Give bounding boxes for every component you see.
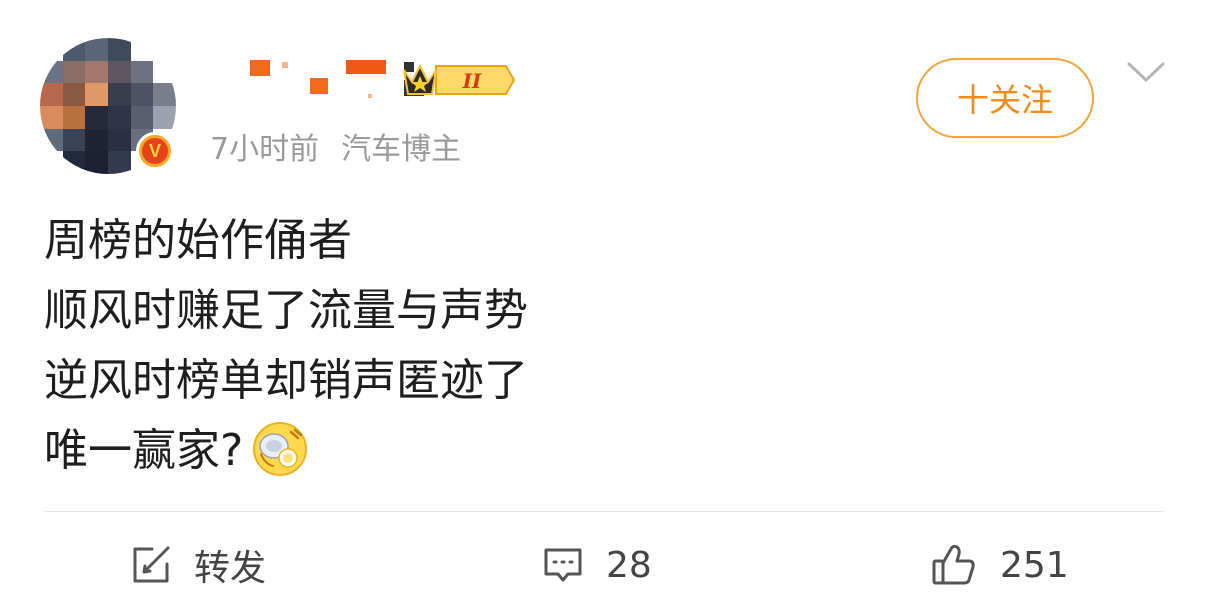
thumbs-up-icon <box>932 544 975 585</box>
repost-button[interactable]: 转发 <box>130 540 266 590</box>
verified-mark: V <box>142 138 168 164</box>
content-line: 周榜的始作俑者 <box>44 215 352 266</box>
follow-button-label: 十关注 <box>956 81 1053 119</box>
weibo-post-card: V II 7小时前 汽车博主 十关注 周榜的始作俑者 顺风时赚足了流量与声势 逆风… <box>0 0 1206 614</box>
badge-level-text: II <box>462 69 482 93</box>
comment-button[interactable]: 28 <box>542 540 652 590</box>
chevron-down-icon[interactable] <box>1126 60 1166 86</box>
repost-icon <box>133 546 170 583</box>
like-button[interactable]: 251 <box>930 540 1069 590</box>
divider <box>44 511 1164 512</box>
comment-count: 28 <box>606 544 652 586</box>
verified-badge-icon: V <box>136 132 174 170</box>
content-line: 唯一赢家? <box>44 425 244 476</box>
like-count: 251 <box>1000 544 1069 586</box>
vip-level-badge-icon: II <box>403 63 516 95</box>
post-content: 周榜的始作俑者 顺风时赚足了流量与声势 逆风时榜单却销声匿迹了 唯一赢家? <box>44 206 528 486</box>
author-tag: 汽车博主 <box>341 132 462 167</box>
post-meta: 7小时前 汽车博主 <box>210 124 461 168</box>
post-time: 7小时前 <box>210 132 320 167</box>
follow-button[interactable]: 十关注 <box>916 58 1094 138</box>
laughing-cry-emoji-icon <box>253 422 308 476</box>
repost-label: 转发 <box>194 548 267 589</box>
content-line: 顺风时赚足了流量与声势 <box>44 285 528 336</box>
comment-icon <box>544 548 582 582</box>
content-line: 逆风时榜单却销声匿迹了 <box>44 355 528 406</box>
